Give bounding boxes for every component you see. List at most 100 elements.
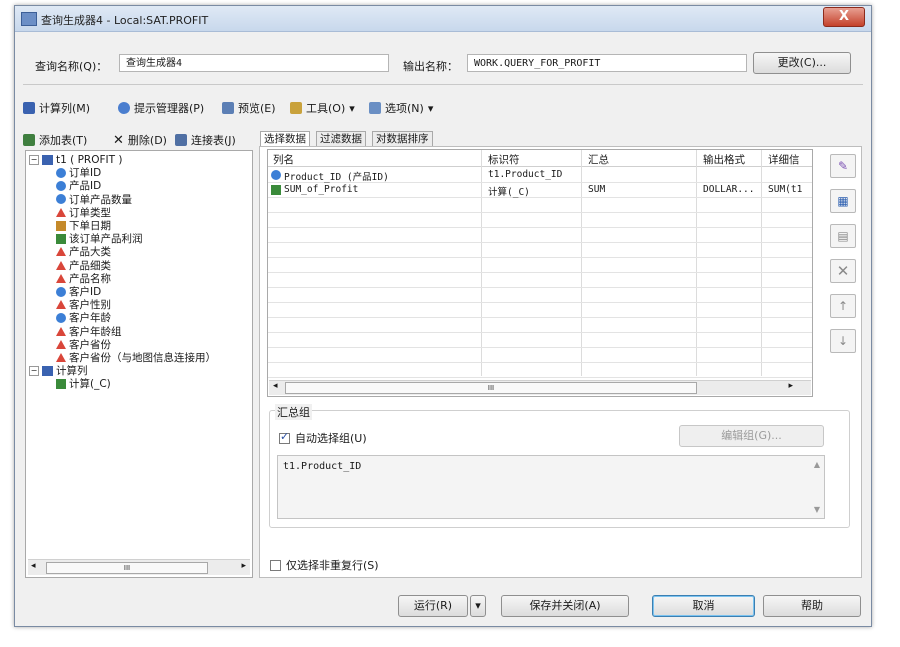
scroll-left-icon[interactable]: ◂ <box>31 561 36 571</box>
collapse-icon[interactable]: − <box>29 154 39 165</box>
tree-column-item[interactable]: 产品名称 <box>56 272 111 285</box>
header-identifier[interactable]: 标识符 <box>488 152 520 167</box>
auto-select-groups-label: 自动选择组(U) <box>295 432 367 445</box>
cell-summary: SUM <box>588 184 606 195</box>
tools-menu[interactable]: 工具(O) ▾ <box>290 100 355 116</box>
delete-column-button[interactable]: ✕ <box>830 259 856 283</box>
cancel-button[interactable]: 取消 <box>652 595 755 617</box>
tree-column-item[interactable]: 下单日期 <box>56 219 111 232</box>
columns-grid: 列名 标识符 汇总 输出格式 详细信 Product_ID (产品ID) t1.… <box>267 149 813 397</box>
run-button[interactable]: 运行(R) <box>398 595 468 617</box>
move-down-button[interactable]: ↓ <box>830 329 856 353</box>
dropdown-arrow-icon: ▾ <box>475 599 481 612</box>
scroll-right-icon[interactable]: ▸ <box>788 381 793 391</box>
preview-menu[interactable]: 预览(E) <box>222 100 276 116</box>
scroll-down-icon[interactable]: ▼ <box>814 505 820 514</box>
distinct-rows-checkbox[interactable]: 仅选择非重复行(S) <box>270 557 379 573</box>
cell-details: SUM(t1 <box>768 184 803 195</box>
query-name-label: 查询名称(Q)： <box>35 60 108 73</box>
query-builder-window: 查询生成器4 - Local:SAT.PROFIT X 查询名称(Q)： 查询生… <box>14 5 872 627</box>
prompt-manager-menu[interactable]: 提示管理器(P) <box>118 100 204 116</box>
grid-header: 列名 标识符 汇总 输出格式 详细信 <box>268 150 812 167</box>
scroll-thumb[interactable]: III <box>46 562 208 574</box>
tree-column-item[interactable]: 客户ID <box>56 285 101 298</box>
options-icon <box>369 102 381 114</box>
join-icon <box>175 134 187 146</box>
tree-column-item[interactable]: 该订单产品利润 <box>56 232 143 245</box>
arrow-up-icon: ↑ <box>837 299 849 313</box>
grid-horizontal-scrollbar[interactable]: ◂ III ▸ <box>269 380 811 395</box>
header-details[interactable]: 详细信 <box>768 152 800 167</box>
move-up-button[interactable]: ↑ <box>830 294 856 318</box>
checkbox-unchecked-icon <box>270 559 281 571</box>
grid-view-button[interactable]: ▤ <box>830 224 856 248</box>
summary-group-title: 汇总组 <box>275 404 312 420</box>
tree-node-computed[interactable]: − 计算列 <box>29 364 88 377</box>
scroll-left-icon[interactable]: ◂ <box>273 381 278 391</box>
query-name-input[interactable]: 查询生成器4 <box>119 54 389 72</box>
group-list-item[interactable]: t1.Product_ID <box>283 461 361 472</box>
tree-column-item[interactable]: 客户性别 <box>56 298 111 311</box>
arrow-down-icon: ↓ <box>837 334 849 348</box>
character-column-icon <box>56 260 66 270</box>
tree-column-item[interactable]: 客户年龄组 <box>56 325 122 338</box>
close-button[interactable]: X <box>823 7 865 27</box>
table-row[interactable]: SUM_of_Profit 计算(_C) SUM DOLLAR... SUM(t… <box>268 183 812 198</box>
join-tables-label: 连接表(J) <box>191 134 236 147</box>
tree-node-table[interactable]: − t1 ( PROFIT ) <box>29 153 122 166</box>
options-menu[interactable]: 选项(N) ▾ <box>369 100 433 116</box>
computed-columns-label: 计算列(M) <box>39 102 91 115</box>
scroll-right-icon[interactable]: ▸ <box>241 561 246 571</box>
help-button[interactable]: 帮助 <box>763 595 861 617</box>
preview-icon <box>222 102 234 114</box>
tree-column-item[interactable]: 订单类型 <box>56 206 111 219</box>
table-tree-panel: − t1 ( PROFIT ) 订单ID 产品ID 订单产品数量 订单类型 下单日期 该订单产… <box>25 150 253 578</box>
tab-filter-data[interactable]: 过滤数据 <box>316 131 366 147</box>
computed-column-icon <box>56 378 66 389</box>
scroll-thumb[interactable]: III <box>285 382 697 394</box>
tab-sort-data[interactable]: 对数据排序 <box>372 131 433 147</box>
scroll-up-icon[interactable]: ▲ <box>814 460 820 469</box>
properties-button[interactable]: ✎ <box>830 154 856 178</box>
character-column-icon <box>56 339 66 349</box>
join-tables-button[interactable]: 连接表(J) <box>175 132 236 148</box>
header-output-format[interactable]: 输出格式 <box>703 152 745 167</box>
run-dropdown-button[interactable]: ▾ <box>470 595 486 617</box>
tree-column-item[interactable]: 订单产品数量 <box>56 193 132 206</box>
auto-select-groups-checkbox[interactable]: 自动选择组(U) <box>279 430 367 446</box>
header-summary[interactable]: 汇总 <box>588 152 609 167</box>
tree-column-item[interactable]: 客户省份 <box>56 338 111 351</box>
table-icon <box>23 102 35 114</box>
numeric-column-icon <box>56 194 66 205</box>
table-row[interactable]: Product_ID (产品ID) t1.Product_ID <box>268 168 812 183</box>
save-and-close-button[interactable]: 保存并关闭(A) <box>501 595 629 617</box>
computed-columns-icon <box>42 365 53 376</box>
tree-item-label: 客户省份（与地图信息连接用） <box>69 352 216 364</box>
options-label: 选项(N) <box>385 102 424 115</box>
table-tree: − t1 ( PROFIT ) 订单ID 产品ID 订单产品数量 订单类型 下单日期 该订单产… <box>26 153 252 557</box>
tree-column-item[interactable]: 产品细类 <box>56 259 111 272</box>
add-table-label: 添加表(T) <box>39 134 88 147</box>
tree-computed-item[interactable]: 计算(_C) <box>56 377 111 390</box>
character-column-icon <box>56 207 66 217</box>
header-column-name[interactable]: 列名 <box>273 152 294 167</box>
delete-button[interactable]: ✕ 删除(D) <box>113 132 167 148</box>
change-output-button[interactable]: 更改(C)... <box>753 52 851 74</box>
tree-column-item[interactable]: 订单ID <box>56 166 101 179</box>
character-column-icon <box>56 326 66 336</box>
tree-column-item[interactable]: 客户年龄 <box>56 311 111 324</box>
currency-column-icon <box>56 233 66 244</box>
tree-column-item[interactable]: 产品大类 <box>56 245 111 258</box>
tree-column-item[interactable]: 产品ID <box>56 179 101 192</box>
character-column-icon <box>56 353 66 362</box>
cell-identifier: 计算(_C) <box>488 187 530 198</box>
computed-column-button[interactable]: ▦ <box>830 189 856 213</box>
computed-columns-menu[interactable]: 计算列(M) <box>23 100 90 116</box>
tree-column-item[interactable]: 客户省份（与地图信息连接用） <box>56 351 216 364</box>
edit-groups-button[interactable]: 编辑组(G)... <box>679 425 824 447</box>
preview-label: 预览(E) <box>238 102 276 115</box>
add-table-button[interactable]: 添加表(T) <box>23 132 87 148</box>
tree-horizontal-scrollbar[interactable]: ◂ III ▸ <box>28 559 250 575</box>
group-list[interactable]: t1.Product_ID ▲ ▼ <box>277 455 825 519</box>
collapse-icon[interactable]: − <box>29 365 39 376</box>
